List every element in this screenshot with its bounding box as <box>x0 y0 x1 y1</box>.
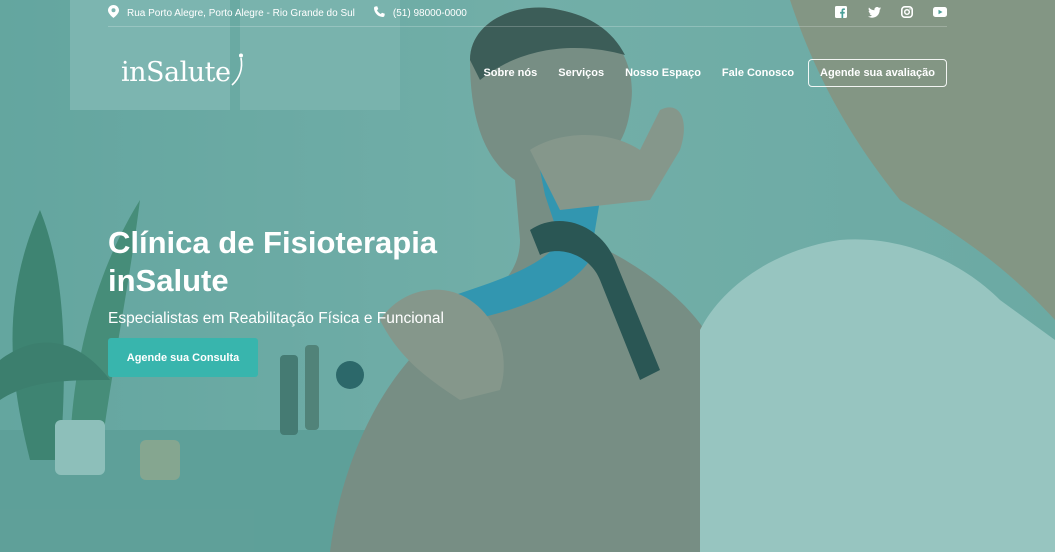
phone-text: (51) 98000-0000 <box>392 7 467 19</box>
phone-icon <box>373 5 393 21</box>
youtube-icon[interactable] <box>933 5 947 19</box>
logo-text: inSalute <box>121 56 231 88</box>
logo-swoosh-icon <box>230 52 246 93</box>
hero-subtitle: Especialistas em Reabilitação Física e F… <box>108 310 444 327</box>
nav-item-nosso-espaco[interactable]: Nosso Espaço <box>625 67 701 79</box>
location-pin-icon <box>108 5 127 21</box>
twitter-icon[interactable] <box>867 5 881 19</box>
nav-item-sobre-nos[interactable]: Sobre nós <box>483 67 537 79</box>
instagram-icon[interactable] <box>900 5 914 19</box>
hero-title-line1: Clínica de Fisioterapia <box>108 225 438 260</box>
address-info: Rua Porto Alegre, Porto Alegre - Rio Gra… <box>108 5 355 21</box>
phone-info[interactable]: (51) 98000-0000 <box>373 5 467 21</box>
hero-title: Clínica de Fisioterapia inSalute <box>108 224 528 300</box>
nav-item-servicos[interactable]: Serviços <box>558 67 604 79</box>
facebook-icon[interactable] <box>834 5 848 19</box>
address-text: Rua Porto Alegre, Porto Alegre - Rio Gra… <box>127 7 355 19</box>
site-logo[interactable]: inSalute <box>121 52 246 92</box>
social-links <box>815 5 947 19</box>
top-info-bar: Rua Porto Alegre, Porto Alegre - Rio Gra… <box>108 0 947 27</box>
nav-item-fale-conosco[interactable]: Fale Conosco <box>722 67 794 79</box>
hero-title-line2: inSalute <box>108 263 229 298</box>
schedule-evaluation-button[interactable]: Agende sua avaliação <box>808 59 947 87</box>
main-nav: Sobre nós Serviços Nosso Espaço Fale Con… <box>462 59 947 87</box>
schedule-consultation-button[interactable]: Agende sua Consulta <box>108 338 258 377</box>
